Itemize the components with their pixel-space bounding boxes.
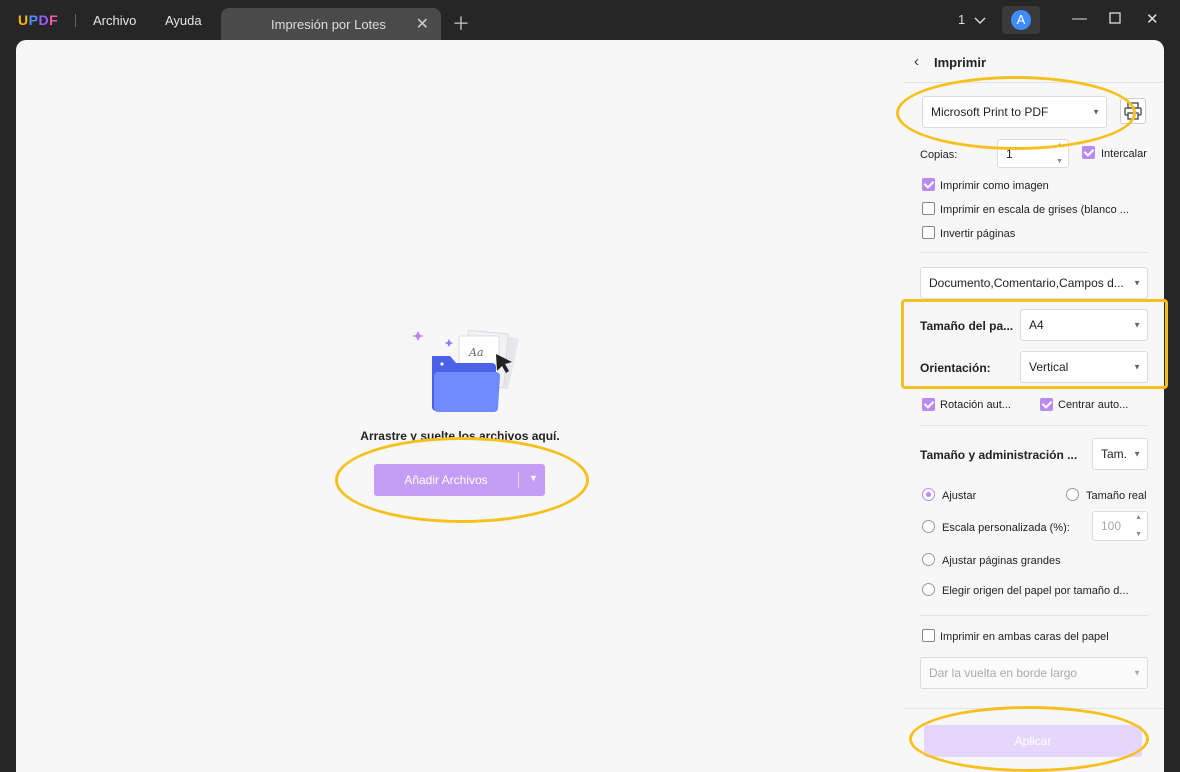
collate-checkbox[interactable] (1082, 146, 1095, 159)
grayscale-checkbox[interactable] (922, 202, 935, 215)
highlight-ellipse (896, 76, 1136, 150)
close-window-icon[interactable]: ✕ (1146, 10, 1159, 28)
minimize-icon[interactable]: — (1072, 10, 1087, 27)
chevron-down-icon (974, 17, 986, 24)
paper-source-label: Elegir origen del papel por tamaño d... (942, 585, 1129, 597)
svg-text:Aa: Aa (468, 346, 484, 359)
avatar: A (1011, 10, 1031, 30)
highlight-ellipse (909, 706, 1149, 772)
batch-print-dropzone[interactable]: Aa Arrastre y suelte los archivos aquí. … (16, 40, 904, 772)
duplex-checkbox[interactable] (922, 629, 935, 642)
size-management-label: Tamaño y administración ... (920, 448, 1078, 462)
actual-size-radio[interactable] (1066, 488, 1079, 501)
menu-ayuda[interactable]: Ayuda (165, 13, 202, 28)
auto-center-checkbox[interactable] (1040, 398, 1053, 411)
print-settings-panel: ‹ Imprimir Microsoft Print to PDF ▼ Copi… (904, 40, 1164, 772)
flip-edge-select[interactable]: Dar la vuelta en borde largo ▼ (920, 657, 1148, 689)
paper-source-radio[interactable] (922, 583, 935, 596)
title-bar: UPDF Archivo Ayuda Impresión por Lotes ✕… (0, 0, 1180, 40)
print-as-image-label: Imprimir como imagen (940, 180, 1049, 192)
print-content-select[interactable]: Documento,Comentario,Campos d... ▼ (920, 267, 1148, 299)
caret-down-icon: ▼ (1133, 278, 1141, 288)
tab-title: Impresión por Lotes (271, 17, 386, 32)
collate-label: Intercalar (1101, 148, 1147, 160)
new-tab-plus-icon[interactable]: ＋ (452, 10, 470, 36)
grayscale-label: Imprimir en escala de grises (blanco ... (940, 204, 1129, 216)
print-as-image-checkbox[interactable] (922, 178, 935, 191)
size-management-select[interactable]: Tam. ▼ (1092, 438, 1148, 470)
custom-scale-label: Escala personalizada (%): (942, 522, 1070, 534)
panel-title: Imprimir (934, 55, 987, 70)
actual-size-label: Tamaño real (1086, 490, 1147, 502)
account-button[interactable]: A (1002, 6, 1040, 34)
shrink-large-pages-label: Ajustar páginas grandes (942, 555, 1061, 567)
auto-rotate-checkbox[interactable] (922, 398, 935, 411)
section-divider (920, 252, 1148, 253)
maximize-icon[interactable] (1109, 11, 1121, 28)
titlebar-divider (75, 14, 76, 27)
caret-down-icon: ▼ (1133, 449, 1141, 459)
back-arrow-icon[interactable]: ‹ (914, 53, 919, 70)
stepper-up-icon[interactable]: ▲ (1135, 514, 1142, 521)
fit-label: Ajustar (942, 490, 977, 502)
fit-radio[interactable] (922, 488, 935, 501)
stepper-down-icon[interactable]: ▼ (1056, 158, 1063, 165)
duplex-label: Imprimir en ambas caras del papel (940, 631, 1109, 643)
custom-scale-input[interactable]: 100 ▲ ▼ (1092, 511, 1148, 541)
custom-scale-radio[interactable] (922, 520, 935, 533)
caret-down-icon: ▼ (1133, 668, 1141, 678)
page-count-dropdown[interactable]: 1 (958, 12, 986, 27)
updf-logo[interactable]: UPDF (18, 12, 58, 28)
close-tab-icon[interactable]: ✕ (416, 14, 429, 34)
auto-rotate-label: Rotación aut... (940, 399, 1011, 411)
invert-pages-checkbox[interactable] (922, 226, 935, 239)
invert-pages-label: Invertir páginas (940, 228, 1016, 240)
tab-impresion-por-lotes[interactable]: Impresión por Lotes ✕ (221, 8, 441, 40)
stepper-down-icon[interactable]: ▼ (1135, 531, 1142, 538)
shrink-large-pages-radio[interactable] (922, 553, 935, 566)
folder-documents-icon: Aa (412, 330, 519, 412)
section-divider (920, 615, 1148, 616)
highlight-box (901, 299, 1168, 389)
copies-label: Copias: (920, 149, 958, 161)
highlight-ellipse (335, 437, 589, 523)
menu-archivo[interactable]: Archivo (93, 13, 136, 28)
section-divider (920, 425, 1148, 426)
auto-center-label: Centrar auto... (1058, 399, 1129, 411)
